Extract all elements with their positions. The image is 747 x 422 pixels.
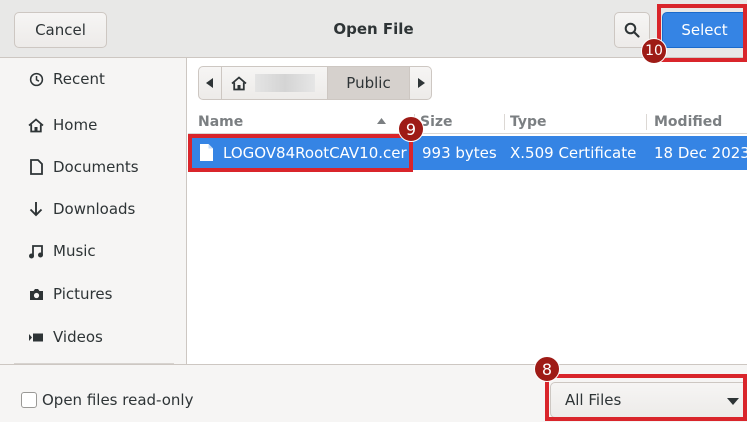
step-number: 10 (645, 43, 663, 59)
column-divider (646, 114, 647, 130)
file-name: LOGOV84RootCAV10.cer (223, 144, 407, 162)
step-badge-9: 9 (398, 116, 424, 142)
search-icon (624, 22, 640, 38)
path-scroll-right-button[interactable] (410, 66, 432, 100)
path-home-button[interactable] (222, 66, 328, 100)
file-modified: 18 Dec 2023 (654, 144, 747, 162)
column-header-modified[interactable]: Modified (654, 114, 722, 130)
home-icon (28, 117, 44, 133)
column-header-type[interactable]: Type (510, 114, 547, 130)
step-number: 9 (405, 119, 417, 139)
sidebar-item-label: Documents (53, 158, 139, 176)
home-icon (231, 75, 247, 90)
sidebar-item-label: Music (53, 242, 96, 260)
step-badge-8: 8 (534, 356, 560, 382)
places-sidebar: Recent Home Documents Downloads Music Pi… (0, 58, 187, 364)
file-size: 993 bytes (422, 144, 497, 162)
sidebar-item-downloads[interactable]: Downloads (0, 188, 186, 230)
download-arrow-icon (28, 201, 44, 217)
read-only-checkbox[interactable] (21, 392, 37, 408)
sidebar-item-label: Recent (53, 70, 105, 88)
sidebar-item-label: Home (53, 116, 98, 134)
path-current-folder-button[interactable]: Public (328, 66, 410, 100)
select-button[interactable]: Select (662, 12, 747, 48)
sidebar-item-label: Downloads (53, 200, 136, 218)
sidebar-item-recent[interactable]: Recent (0, 58, 186, 100)
sort-ascending-icon (377, 118, 386, 124)
triangle-right-icon (417, 78, 425, 88)
file-type: X.509 Certificate (510, 144, 637, 162)
camera-icon (28, 286, 44, 302)
video-icon (28, 329, 44, 345)
dialog-footer: Open files read-only All Files (0, 364, 747, 422)
step-badge-10: 10 (641, 38, 667, 64)
column-divider (504, 114, 505, 130)
sidebar-item-music[interactable]: Music (0, 230, 186, 272)
file-type-filter-dropdown[interactable]: All Files (550, 382, 747, 418)
music-note-icon (28, 243, 44, 259)
step-number: 8 (541, 359, 553, 379)
triangle-left-icon (206, 78, 213, 88)
file-icon (200, 144, 213, 161)
file-list-header: Name Size Type Modified (188, 110, 747, 134)
filter-selected-value: All Files (565, 391, 622, 409)
sidebar-item-videos[interactable]: Videos (0, 316, 186, 358)
column-header-name[interactable]: Name (198, 114, 243, 130)
path-bar: Public (198, 66, 432, 100)
blurred-username (255, 74, 315, 92)
dropdown-arrow-icon (727, 398, 739, 405)
clock-icon (28, 71, 44, 87)
read-only-label[interactable]: Open files read-only (42, 391, 193, 409)
file-row[interactable]: LOGOV84RootCAV10.cer 993 bytes X.509 Cer… (188, 136, 747, 170)
sidebar-item-label: Pictures (53, 285, 113, 303)
sidebar-item-home[interactable]: Home (0, 104, 186, 146)
sidebar-item-label: Videos (53, 328, 103, 346)
document-icon (28, 159, 44, 175)
column-header-size[interactable]: Size (420, 114, 453, 130)
sidebar-item-pictures[interactable]: Pictures (0, 273, 186, 315)
path-scroll-left-button[interactable] (198, 66, 222, 100)
header-bar: Cancel Open File Select (0, 0, 747, 58)
sidebar-item-documents[interactable]: Documents (0, 146, 186, 188)
